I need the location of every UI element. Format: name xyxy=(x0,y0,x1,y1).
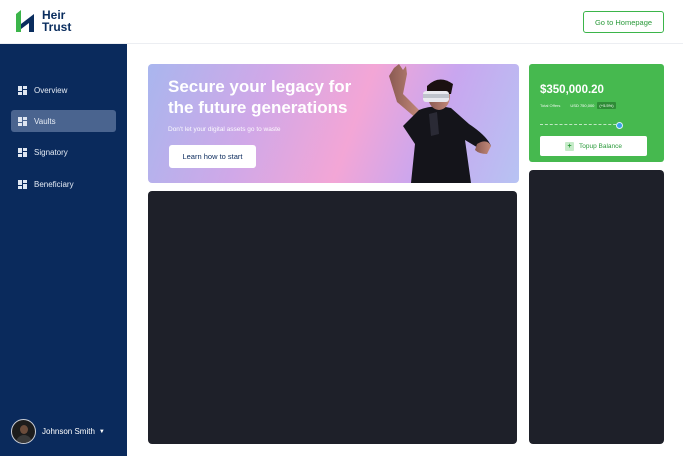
caret-down-icon: ▼ xyxy=(98,428,105,435)
avatar xyxy=(11,419,36,444)
user-menu[interactable]: Johnson Smith ▼ xyxy=(11,419,105,444)
sidebar-item-vaults[interactable]: Vaults xyxy=(11,110,116,132)
user-name: Johnson Smith xyxy=(42,427,95,436)
logo-line-2: Trust xyxy=(42,20,72,34)
sidebar-item-label: Signatory xyxy=(34,147,68,157)
sidebar-item-label: Beneficiary xyxy=(34,179,74,189)
offers-value: USD 750,000 xyxy=(570,103,595,108)
sidebar-item-overview[interactable]: Overview xyxy=(11,79,116,101)
side-content-panel xyxy=(529,170,664,444)
sidebar-item-beneficiary[interactable]: Beneficiary xyxy=(11,173,116,195)
offers-percent-badge: (+5.5%) xyxy=(597,102,616,109)
dashboard-icon xyxy=(18,116,27,126)
balance-slider-track xyxy=(540,124,621,126)
sidebar-item-label: Overview xyxy=(34,85,68,95)
go-to-homepage-button[interactable]: Go to Homepage xyxy=(583,11,664,33)
logo-text: Heir Trust xyxy=(42,9,71,33)
balance-offers-row: Total Offers USD 750,000 (+5.5%) xyxy=(540,102,616,109)
dashboard-icon xyxy=(18,85,27,95)
topup-label: Topup Balance xyxy=(578,142,622,150)
plus-icon: + xyxy=(564,141,574,151)
dashboard-icon xyxy=(18,179,27,189)
hero-title: Secure your legacy for the future genera… xyxy=(168,77,352,117)
dashboard-icon xyxy=(18,147,27,157)
balance-amount: $350,000.20 xyxy=(540,84,604,96)
main-content-panel xyxy=(148,191,517,444)
sidebar: Overview Vaults Signatory Beneficiary Jo… xyxy=(0,44,127,456)
logo-mark-icon xyxy=(16,10,34,32)
hero-subtitle: Don't let your digital assets go to wast… xyxy=(168,126,281,133)
top-header: Heir Trust Go to Homepage xyxy=(0,0,683,44)
vr-person-image xyxy=(389,64,491,183)
balance-card: $350,000.20 Total Offers USD 750,000 (+5… xyxy=(529,64,664,162)
learn-how-to-start-button[interactable]: Learn how to start xyxy=(169,145,256,168)
offers-label: Total Offers xyxy=(540,103,561,108)
sidebar-item-signatory[interactable]: Signatory xyxy=(11,141,116,163)
hero-banner: Secure your legacy for the future genera… xyxy=(148,64,519,183)
balance-slider-handle[interactable] xyxy=(616,122,623,129)
topup-balance-button[interactable]: + Topup Balance xyxy=(540,136,647,156)
sidebar-item-label: Vaults xyxy=(34,116,56,126)
heir-trust-logo[interactable]: Heir Trust xyxy=(14,9,84,35)
app-root: Heir Trust Go to Homepage Overview Vault… xyxy=(0,0,683,456)
